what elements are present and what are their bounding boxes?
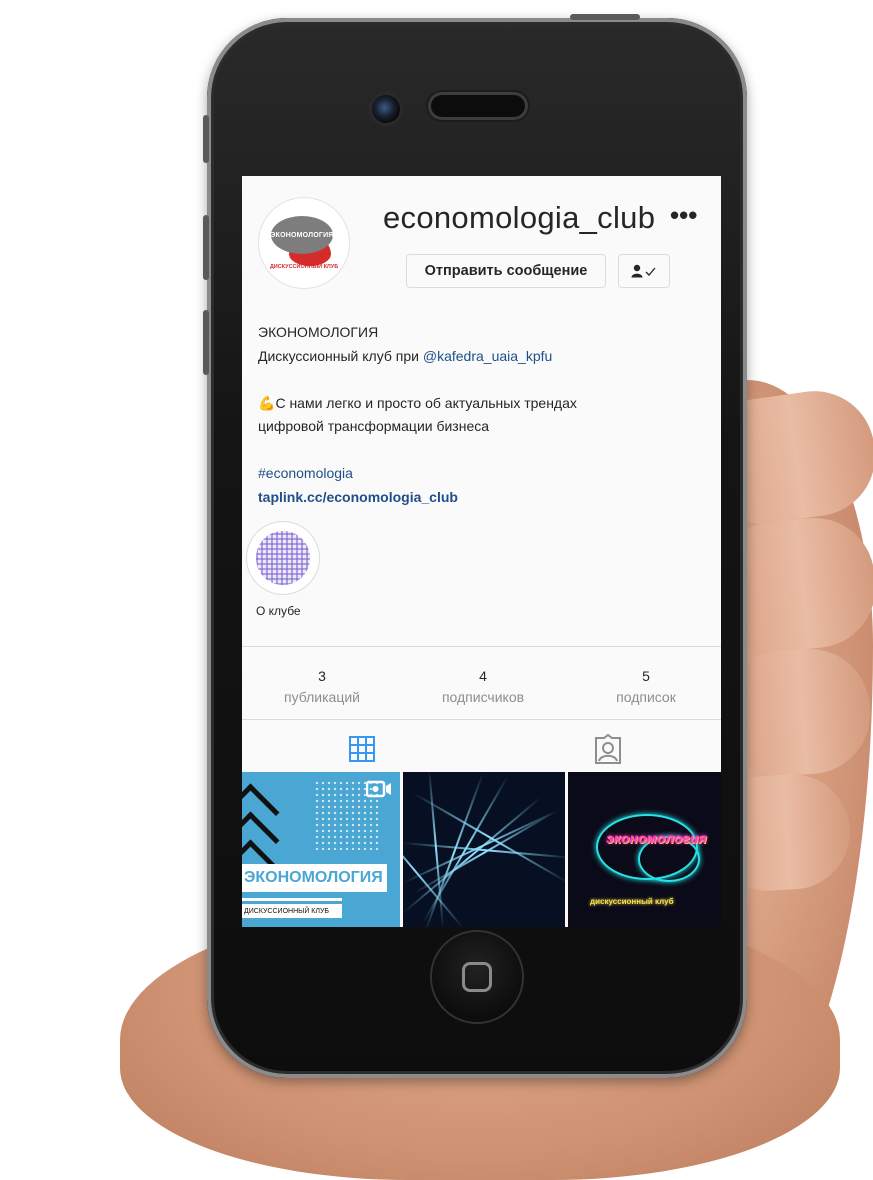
post-thumbnail[interactable]: экономология дискуссионный клуб [568, 772, 721, 927]
stat-posts: 3 публикаций [252, 666, 392, 708]
flexed-arm-icon: 💪 [258, 394, 276, 411]
post-bar [242, 898, 342, 901]
volume-up-button [203, 215, 209, 280]
posts-grid: ЭКОНОМОЛОГИЯ ДИСКУССИОННЫЙ КЛУБ экономол… [242, 772, 721, 927]
stat-followers[interactable]: 4 подписчиков [413, 666, 553, 708]
person-check-icon [631, 264, 656, 278]
bio-hashtag-link[interactable]: #economologia [258, 462, 708, 486]
mute-switch [203, 115, 209, 163]
grid-icon[interactable] [349, 736, 375, 762]
qr-code-image [256, 531, 310, 585]
post-thumbnail[interactable] [403, 772, 565, 927]
stat-followers-label: подписчиков [441, 689, 525, 705]
bio-mention-link[interactable]: @kafedra_uaia_kpfu [423, 348, 552, 364]
instagram-profile-screen: ЭКОНОМОЛОГИЯ ДИСКУССИОННЫЙ КЛУБ economol… [242, 176, 721, 927]
divider [242, 646, 721, 647]
bio-line-1: Дискуссионный клуб при @kafedra_uaia_kpf… [258, 345, 708, 369]
bio-text: Дискуссионный клуб при [258, 347, 423, 364]
following-button[interactable] [618, 254, 670, 288]
stat-following[interactable]: 5 подписок [576, 666, 716, 708]
power-button [570, 14, 640, 20]
send-message-button[interactable]: Отправить сообщение [406, 254, 606, 288]
profile-avatar[interactable]: ЭКОНОМОЛОГИЯ ДИСКУССИОННЫЙ КЛУБ [259, 198, 349, 288]
bio-line-2: 💪С нами легко и просто об актуальных тре… [258, 392, 708, 416]
home-square-icon [462, 962, 492, 992]
avatar-logo-text: ЭКОНОМОЛОГИЯ [270, 216, 333, 254]
bio-text: С нами легко и просто об актуальных трен… [275, 394, 577, 411]
stat-followers-value: 4 [479, 668, 487, 684]
stat-following-value: 5 [642, 668, 650, 684]
post-title: экономология [606, 830, 707, 846]
profile-bio: ЭКОНОМОЛОГИЯ Дискуссионный клуб при @kaf… [258, 321, 708, 509]
stat-posts-label: публикаций [284, 689, 360, 705]
post-subtitle: дискуссионный клуб [590, 897, 674, 906]
divider [242, 719, 721, 720]
bio-name: ЭКОНОМОЛОГИЯ [258, 324, 379, 340]
story-highlight[interactable] [247, 522, 319, 594]
post-subtitle: ДИСКУССИОННЫЙ КЛУБ [242, 904, 342, 918]
stat-following-label: подписок [616, 689, 676, 705]
post-title: ЭКОНОМОЛОГИЯ [242, 864, 387, 892]
avatar-logo-subtitle: ДИСКУССИОННЫЙ КЛУБ [269, 264, 339, 270]
earpiece-speaker [428, 92, 528, 120]
more-icon[interactable]: ••• [670, 202, 697, 228]
bio-line-3: цифровой трансформации бизнеса [258, 418, 490, 434]
stat-posts-value: 3 [318, 668, 326, 684]
front-camera [372, 95, 400, 123]
home-button[interactable] [432, 932, 522, 1022]
profile-username: economologia_club [383, 200, 656, 235]
volume-down-button [203, 310, 209, 375]
story-highlight-label: О клубе [256, 604, 301, 618]
video-icon [366, 780, 391, 798]
tagged-icon[interactable] [594, 734, 622, 764]
bio-website-link[interactable]: taplink.cc/economologia_club [258, 486, 708, 510]
post-thumbnail[interactable]: ЭКОНОМОЛОГИЯ ДИСКУССИОННЫЙ КЛУБ [242, 772, 400, 927]
